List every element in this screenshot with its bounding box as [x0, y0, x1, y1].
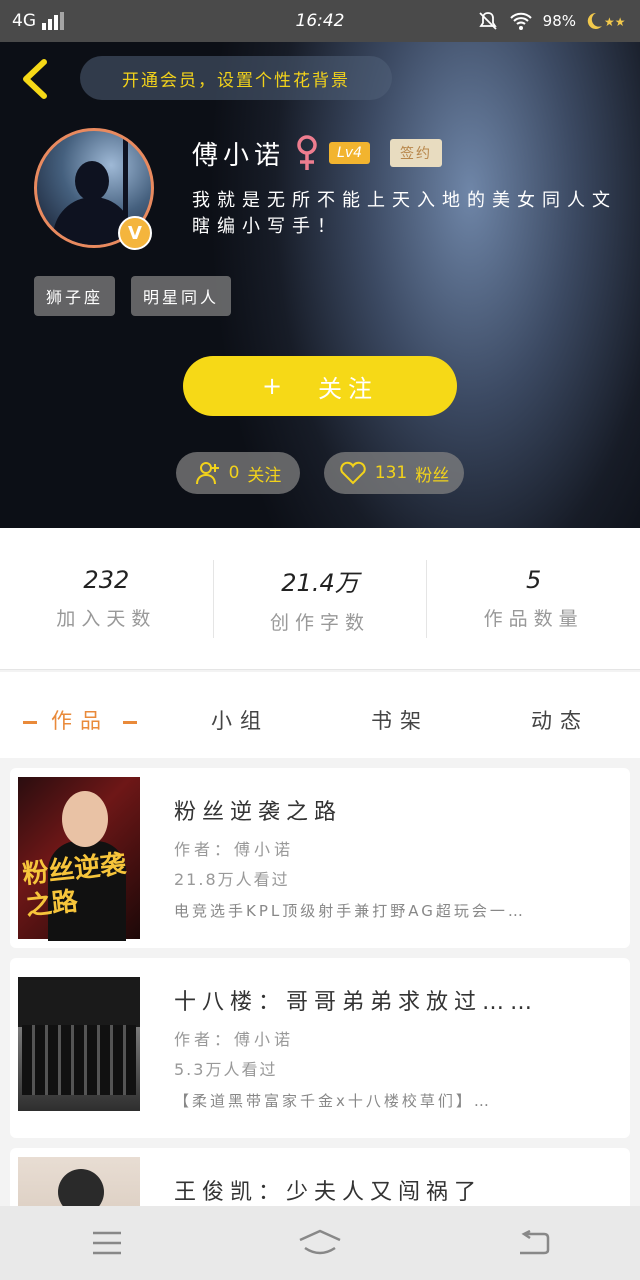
stat-join-days: 232 加入天数 — [0, 559, 214, 638]
book-reads: 5.3万人看过 — [174, 1060, 278, 1079]
home-icon — [299, 1229, 341, 1255]
book-list: 粉丝逆袭之路 粉丝逆袭之路 作者：傅小诺 21.8万人看过 电竞选手KPL顶级射… — [0, 758, 640, 1206]
follow-label: 关注 — [318, 374, 379, 403]
stat-value: 5 — [526, 566, 542, 594]
moon-stars-icon: ★★ — [587, 12, 626, 29]
system-nav-bar — [0, 1206, 640, 1280]
following-button[interactable]: 0 关注 — [176, 452, 300, 494]
vip-background-tip[interactable]: 开通会员，设置个性花背景 — [80, 56, 392, 100]
book-author: 作者：傅小诺 — [174, 840, 295, 859]
profile-header: 开通会员，设置个性花背景 V 傅小诺 Lv4 签约 我就是无所不能上天入地的美女… — [0, 42, 640, 528]
stat-works-count: 5 作品数量 — [427, 560, 640, 638]
tag-zodiac[interactable]: 狮子座 — [34, 276, 116, 316]
home-button[interactable] — [290, 1218, 350, 1268]
tab-activity[interactable]: 动态 — [480, 695, 640, 735]
book-desc: 电竞选手KPL顶级射手兼打野AG超玩会一… — [174, 902, 526, 920]
book-item[interactable]: 王俊凯：少夫人又闯祸了 — [10, 1148, 630, 1206]
following-count: 0 — [228, 463, 240, 483]
tab-works[interactable]: 作品 — [0, 695, 160, 735]
network-label: 4G — [12, 11, 36, 31]
heart-icon — [340, 461, 366, 485]
level-badge: Lv4 — [329, 142, 371, 164]
tab-groups[interactable]: 小组 — [160, 695, 320, 735]
plus-icon: + — [261, 372, 289, 400]
fans-label: 粉丝 — [415, 465, 450, 486]
back-button[interactable] — [16, 56, 56, 102]
wifi-icon — [509, 12, 532, 30]
signed-badge: 签约 — [390, 139, 443, 167]
mute-icon — [478, 12, 497, 30]
status-bar: 4G 16:42 98% ★★ — [0, 0, 640, 42]
svg-text:★★: ★★ — [604, 15, 626, 29]
fans-count: 131 — [374, 463, 408, 483]
user-bio: 我就是无所不能上天入地的美女同人文瞎编小写手！ — [192, 190, 617, 237]
signal-icon — [42, 12, 64, 30]
stat-label: 创作字数 — [270, 611, 371, 634]
stat-label: 作品数量 — [483, 608, 584, 630]
following-label: 关注 — [247, 465, 282, 486]
book-desc: 【柔道黑带富家千金x十八楼校草们】… — [174, 1092, 492, 1110]
menu-icon — [92, 1231, 121, 1255]
book-author: 作者：傅小诺 — [174, 1030, 295, 1049]
follow-button[interactable]: + 关注 — [183, 356, 457, 416]
stat-value: 232 — [83, 566, 130, 594]
add-user-icon — [195, 462, 219, 485]
tag-list: 狮子座 明星同人 — [34, 276, 232, 316]
stats-panel: 232 加入天数 21.4万 创作字数 5 作品数量 — [0, 528, 640, 670]
book-title: 粉丝逆袭之路 — [174, 800, 343, 825]
cover-title: 粉丝逆袭之路 — [21, 849, 128, 922]
battery-label: 98% — [542, 12, 576, 30]
book-item[interactable]: 十八楼：哥哥弟弟求放过…… 作者：傅小诺 5.3万人看过 【柔道黑带富家千金x十… — [10, 958, 630, 1138]
stat-label: 加入天数 — [56, 608, 157, 630]
book-cover — [18, 1157, 140, 1206]
book-item[interactable]: 粉丝逆袭之路 粉丝逆袭之路 作者：傅小诺 21.8万人看过 电竞选手KPL顶级射… — [10, 768, 630, 948]
book-title: 王俊凯：少夫人又闯祸了 — [174, 1180, 483, 1205]
verified-badge: V — [118, 216, 152, 250]
book-title: 十八楼：哥哥弟弟求放过…… — [174, 990, 539, 1015]
menu-button[interactable] — [77, 1218, 137, 1268]
tab-bar: 作品 小组 书架 动态 — [0, 672, 640, 758]
book-cover — [18, 967, 140, 1129]
female-icon — [297, 135, 317, 170]
tab-bookshelf[interactable]: 书架 — [320, 695, 480, 735]
chevron-left-icon — [23, 59, 47, 99]
return-icon — [520, 1230, 550, 1255]
book-reads: 21.8万人看过 — [174, 870, 290, 889]
book-cover: 粉丝逆袭之路 — [18, 777, 140, 941]
tag-category[interactable]: 明星同人 — [131, 276, 232, 316]
back-nav-button[interactable] — [503, 1218, 563, 1268]
user-name: 傅小诺 — [192, 140, 286, 171]
stat-value: 21.4万 — [281, 568, 359, 597]
fans-button[interactable]: 131 粉丝 — [324, 452, 464, 494]
stat-word-count: 21.4万 创作字数 — [214, 559, 428, 638]
name-row: 傅小诺 Lv4 签约 — [192, 134, 443, 172]
